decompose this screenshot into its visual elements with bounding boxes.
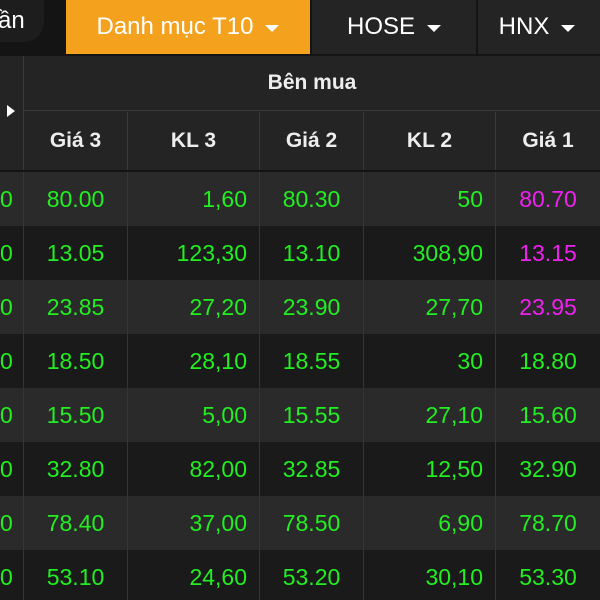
cell-volume-3: 82,00: [128, 442, 260, 496]
chevron-down-icon: [561, 24, 576, 32]
market-tab-bar: ần Danh mục T10 HOSE HNX: [0, 0, 600, 54]
cell-price-1: 23.95: [519, 293, 577, 320]
cell-price-1: 32.90: [519, 455, 577, 482]
cell-price-3: 53.10: [24, 550, 128, 600]
cell-volume-2: 27,10: [364, 388, 496, 442]
cell-price-2: 78.50: [260, 496, 364, 550]
column-header-price-1[interactable]: Giá 1: [496, 112, 600, 170]
cell-price-1: 78.70: [519, 509, 577, 536]
cell-stub: 0: [0, 550, 24, 600]
cell-price-1: 80.70: [519, 185, 577, 212]
cell-volume-2: 27,70: [364, 280, 496, 334]
cell-volume-2: 30: [364, 334, 496, 388]
cell-stub: 0: [0, 226, 24, 280]
tab-partial-label: ần: [0, 7, 25, 34]
tab-hose-label: HOSE: [346, 13, 415, 40]
cell-price-1: 18.80: [519, 347, 577, 374]
table-row[interactable]: 0 18.50 28,10 18.55 30 18.80: [0, 334, 600, 388]
tab-hnx[interactable]: HNX: [478, 0, 600, 54]
cell-stub: 0: [0, 442, 24, 496]
cell-stub: 0: [0, 334, 24, 388]
expand-arrow-icon[interactable]: [7, 105, 15, 117]
cell-price-2: 32.85: [260, 442, 364, 496]
cell-volume-2: 308,90: [364, 226, 496, 280]
table-row[interactable]: 0 13.05 123,30 13.10 308,90 13.15: [0, 226, 600, 280]
cell-volume-2: 12,50: [364, 442, 496, 496]
cell-price-3: 23.85: [24, 280, 128, 334]
cell-price-2: 53.20: [260, 550, 364, 600]
table-row[interactable]: 0 80.00 1,60 80.30 50 80.70: [0, 172, 600, 226]
tab-hose[interactable]: HOSE: [312, 0, 476, 54]
cell-volume-3: 123,30: [128, 226, 260, 280]
table-header: Bên mua Giá 3 KL 3 Giá 2 KL 2 Giá 1: [0, 56, 600, 170]
expand-column[interactable]: [0, 56, 24, 170]
tab-watchlist[interactable]: Danh mục T10: [66, 0, 310, 54]
bid-group-title: Bên mua: [24, 56, 600, 111]
cell-price-3: 18.50: [24, 334, 128, 388]
column-header-price-3[interactable]: Giá 3: [24, 112, 128, 170]
tab-partial[interactable]: ần: [0, 0, 44, 42]
cell-stub: 0: [0, 388, 24, 442]
cell-price-2: 18.55: [260, 334, 364, 388]
cell-volume-2: 50: [364, 172, 496, 226]
cell-price-3: 78.40: [24, 496, 128, 550]
cell-price-1: 13.15: [519, 239, 577, 266]
cell-price-2: 15.55: [260, 388, 364, 442]
cell-price-2: 23.90: [260, 280, 364, 334]
chevron-down-icon: [427, 24, 441, 32]
cell-volume-2: 30,10: [364, 550, 496, 600]
cell-price-3: 32.80: [24, 442, 128, 496]
cell-stub: 0: [0, 496, 24, 550]
cell-volume-3: 37,00: [128, 496, 260, 550]
table-row[interactable]: 0 32.80 82,00 32.85 12,50 32.90: [0, 442, 600, 496]
cell-price-3: 80.00: [24, 172, 128, 226]
tab-watchlist-label: Danh mục T10: [96, 13, 254, 40]
cell-price-1: 15.60: [519, 401, 577, 428]
cell-stub: 0: [0, 172, 24, 226]
column-header-price-2[interactable]: Giá 2: [260, 112, 364, 170]
chevron-down-icon: [265, 24, 280, 32]
cell-volume-2: 6,90: [364, 496, 496, 550]
tab-hnx-label: HNX: [498, 13, 550, 40]
cell-price-3: 15.50: [24, 388, 128, 442]
table-row[interactable]: 0 23.85 27,20 23.90 27,70 23.95: [0, 280, 600, 334]
cell-volume-3: 1,60: [128, 172, 260, 226]
cell-price-1: 53.30: [519, 563, 577, 590]
cell-volume-3: 24,60: [128, 550, 260, 600]
cell-stub: 0: [0, 280, 24, 334]
cell-price-3: 13.05: [24, 226, 128, 280]
column-header-volume-2[interactable]: KL 2: [364, 112, 496, 170]
table-row[interactable]: 0 78.40 37,00 78.50 6,90 78.70: [0, 496, 600, 550]
column-header-volume-3[interactable]: KL 3: [128, 112, 260, 170]
cell-price-2: 13.10: [260, 226, 364, 280]
cell-price-2: 80.30: [260, 172, 364, 226]
cell-volume-3: 27,20: [128, 280, 260, 334]
cell-volume-3: 5,00: [128, 388, 260, 442]
table-row[interactable]: 0 15.50 5,00 15.55 27,10 15.60: [0, 388, 600, 442]
table-row[interactable]: 0 53.10 24,60 53.20 30,10 53.30: [0, 550, 600, 600]
cell-volume-3: 28,10: [128, 334, 260, 388]
